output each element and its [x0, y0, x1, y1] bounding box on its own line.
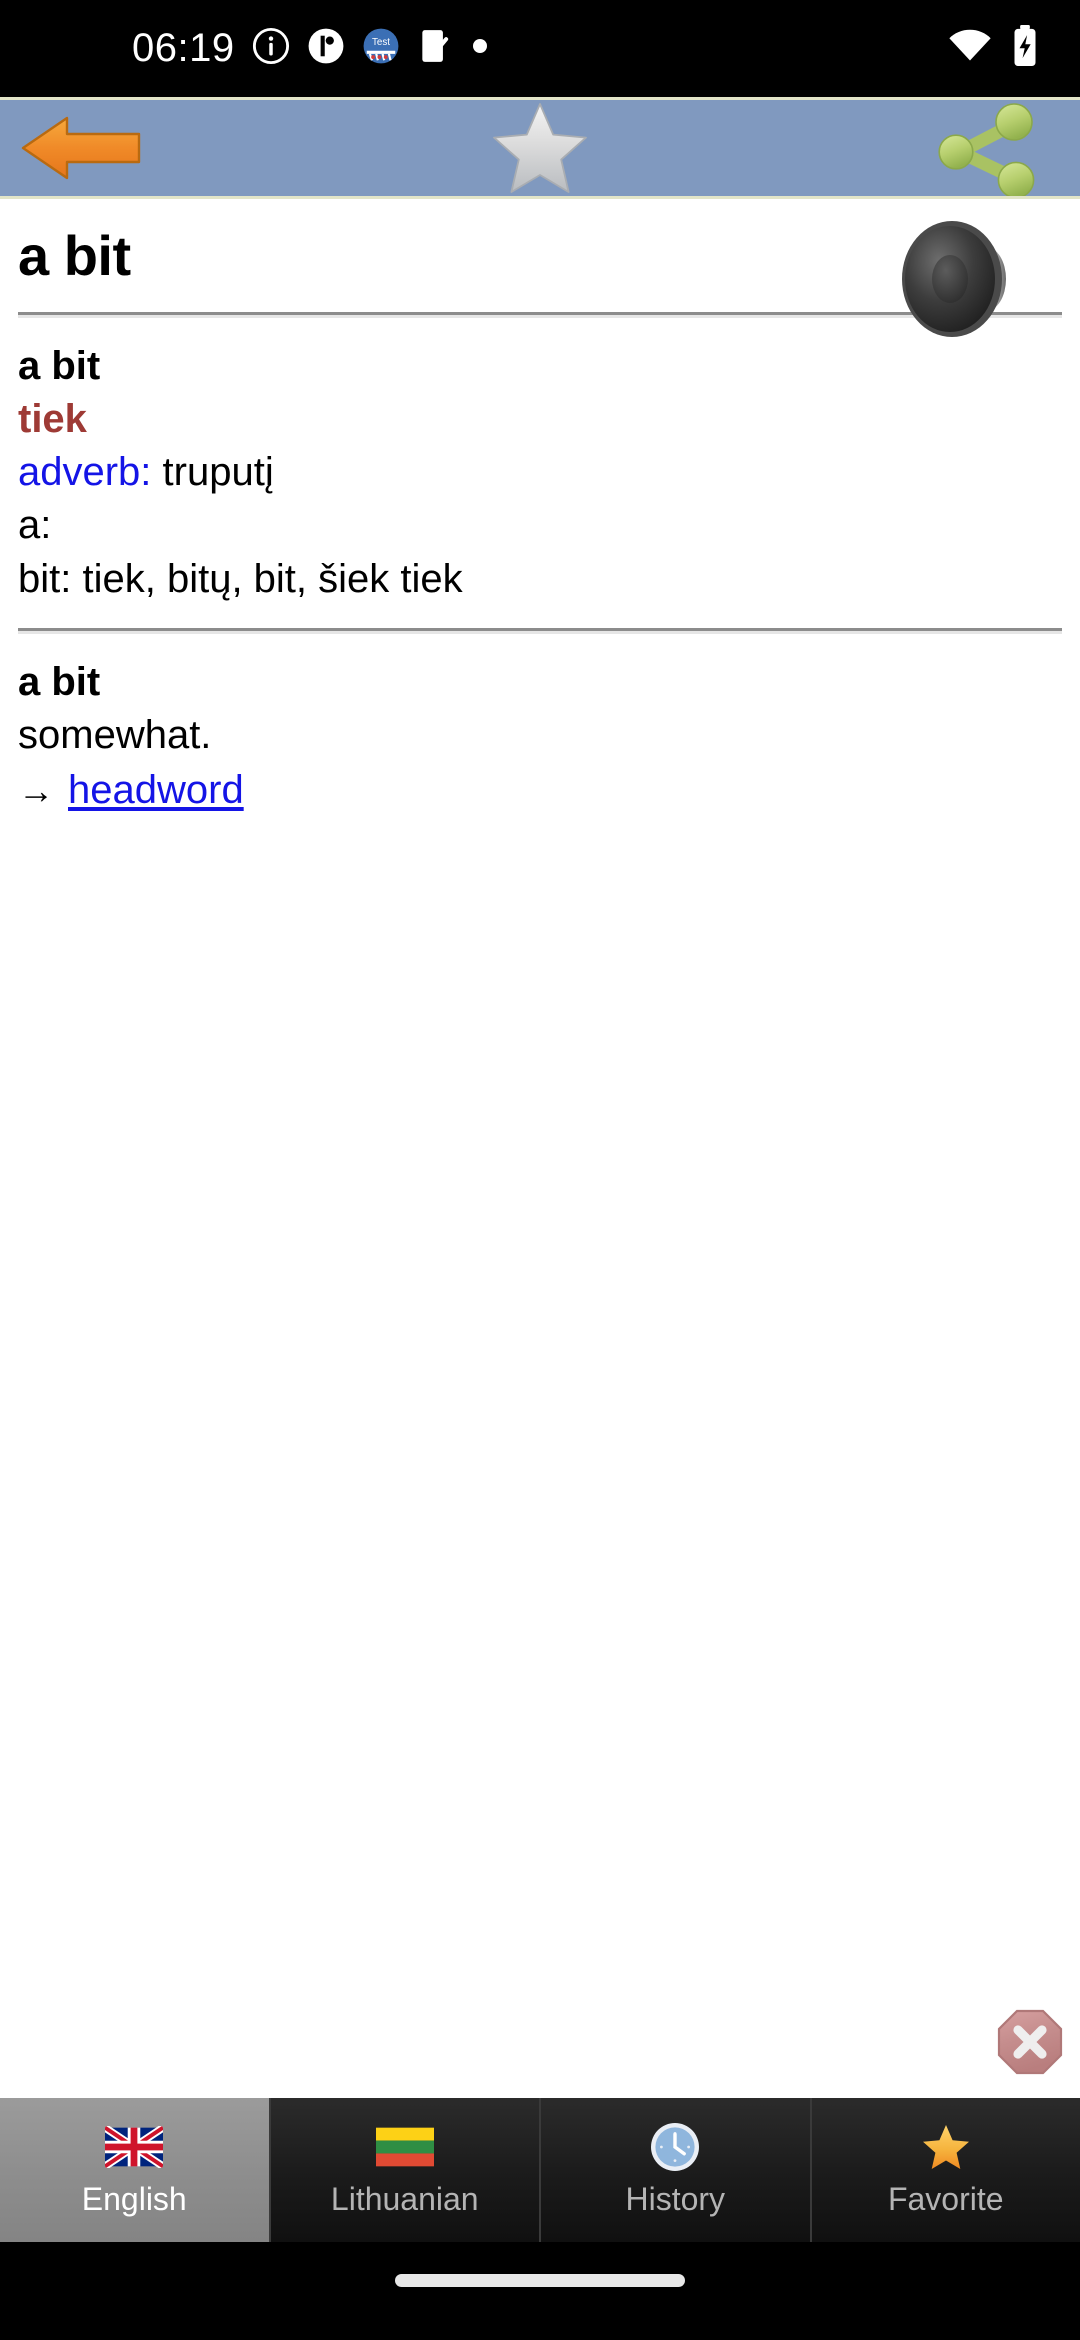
arrow-right-icon: → — [18, 770, 54, 812]
svg-text:Test: Test — [372, 37, 390, 48]
back-button[interactable] — [8, 97, 158, 199]
close-octagon-icon — [997, 2009, 1063, 2075]
entry-pos-gloss: truputį — [162, 450, 274, 495]
test-app-icon: Test — [362, 27, 400, 70]
definition-term: a bit — [18, 659, 101, 704]
share-button[interactable] — [912, 97, 1062, 199]
home-gesture-bar[interactable] — [395, 2274, 685, 2287]
entry-translation: a bit tiek adverb: truputį a: bit: tiek,… — [18, 318, 1062, 606]
status-bar-left: 06:19 Test — [0, 26, 490, 71]
system-navigation-bar — [0, 2242, 1080, 2340]
back-arrow-icon — [21, 116, 141, 180]
tab-lithuanian[interactable]: Lithuanian — [270, 2098, 541, 2242]
star-outline-icon — [493, 103, 587, 193]
status-bar: 06:19 Test — [0, 0, 1080, 97]
tab-favorite[interactable]: Favorite — [811, 2098, 1080, 2242]
dot-icon — [470, 36, 490, 61]
status-bar-right — [948, 25, 1038, 72]
clock-icon — [644, 2122, 706, 2171]
status-bar-clock: 06:19 — [132, 26, 235, 70]
definition-text: somewhat. — [18, 712, 212, 757]
bottom-tab-bar: English Lithuanian History Favorite — [0, 2098, 1080, 2242]
entry-sub-label: a: — [18, 503, 52, 548]
headword-row: a bit — [18, 199, 1062, 337]
entry-pos: adverb: — [18, 450, 152, 495]
page-title: a bit — [18, 224, 131, 287]
tab-history-label: History — [625, 2180, 726, 2217]
uk-flag-icon — [103, 2123, 165, 2171]
entry-translation-word: tiek — [18, 396, 87, 441]
app-notification-icon — [307, 27, 345, 70]
wifi-icon — [948, 29, 992, 68]
tab-history[interactable]: History — [541, 2098, 812, 2242]
entry-pos-line: adverb: truputį — [18, 446, 1062, 499]
tab-favorite-label: Favorite — [887, 2180, 1004, 2217]
tab-lithuanian-label: Lithuanian — [330, 2180, 479, 2217]
app-toolbar — [0, 97, 1080, 199]
lithuania-flag-icon — [374, 2123, 436, 2171]
cross-reference: → headword — [18, 762, 1062, 813]
share-icon — [938, 103, 1035, 196]
headword-link[interactable]: headword — [68, 768, 244, 813]
favorite-button[interactable] — [475, 97, 605, 199]
tab-english[interactable]: English — [0, 2098, 271, 2242]
speaker-icon — [902, 221, 1006, 337]
tab-english-label: English — [81, 2180, 187, 2217]
pronounce-button[interactable] — [898, 215, 1026, 348]
article-content: a bit a bit tiek adverb: truputį a: bit:… — [0, 199, 1080, 2098]
entry-forms: bit: tiek, bitų, bit, šiek tiek — [18, 556, 463, 601]
entry-definition: a bit somewhat. → headword — [18, 634, 1062, 813]
close-button[interactable] — [996, 2008, 1064, 2076]
phone-screen: 06:19 Test a bit a bit tiek adverb: trup… — [0, 0, 1080, 2340]
info-icon — [252, 27, 290, 70]
battery-charging-icon — [1012, 25, 1038, 72]
star-icon — [915, 2123, 977, 2171]
checklist-icon — [417, 27, 453, 70]
